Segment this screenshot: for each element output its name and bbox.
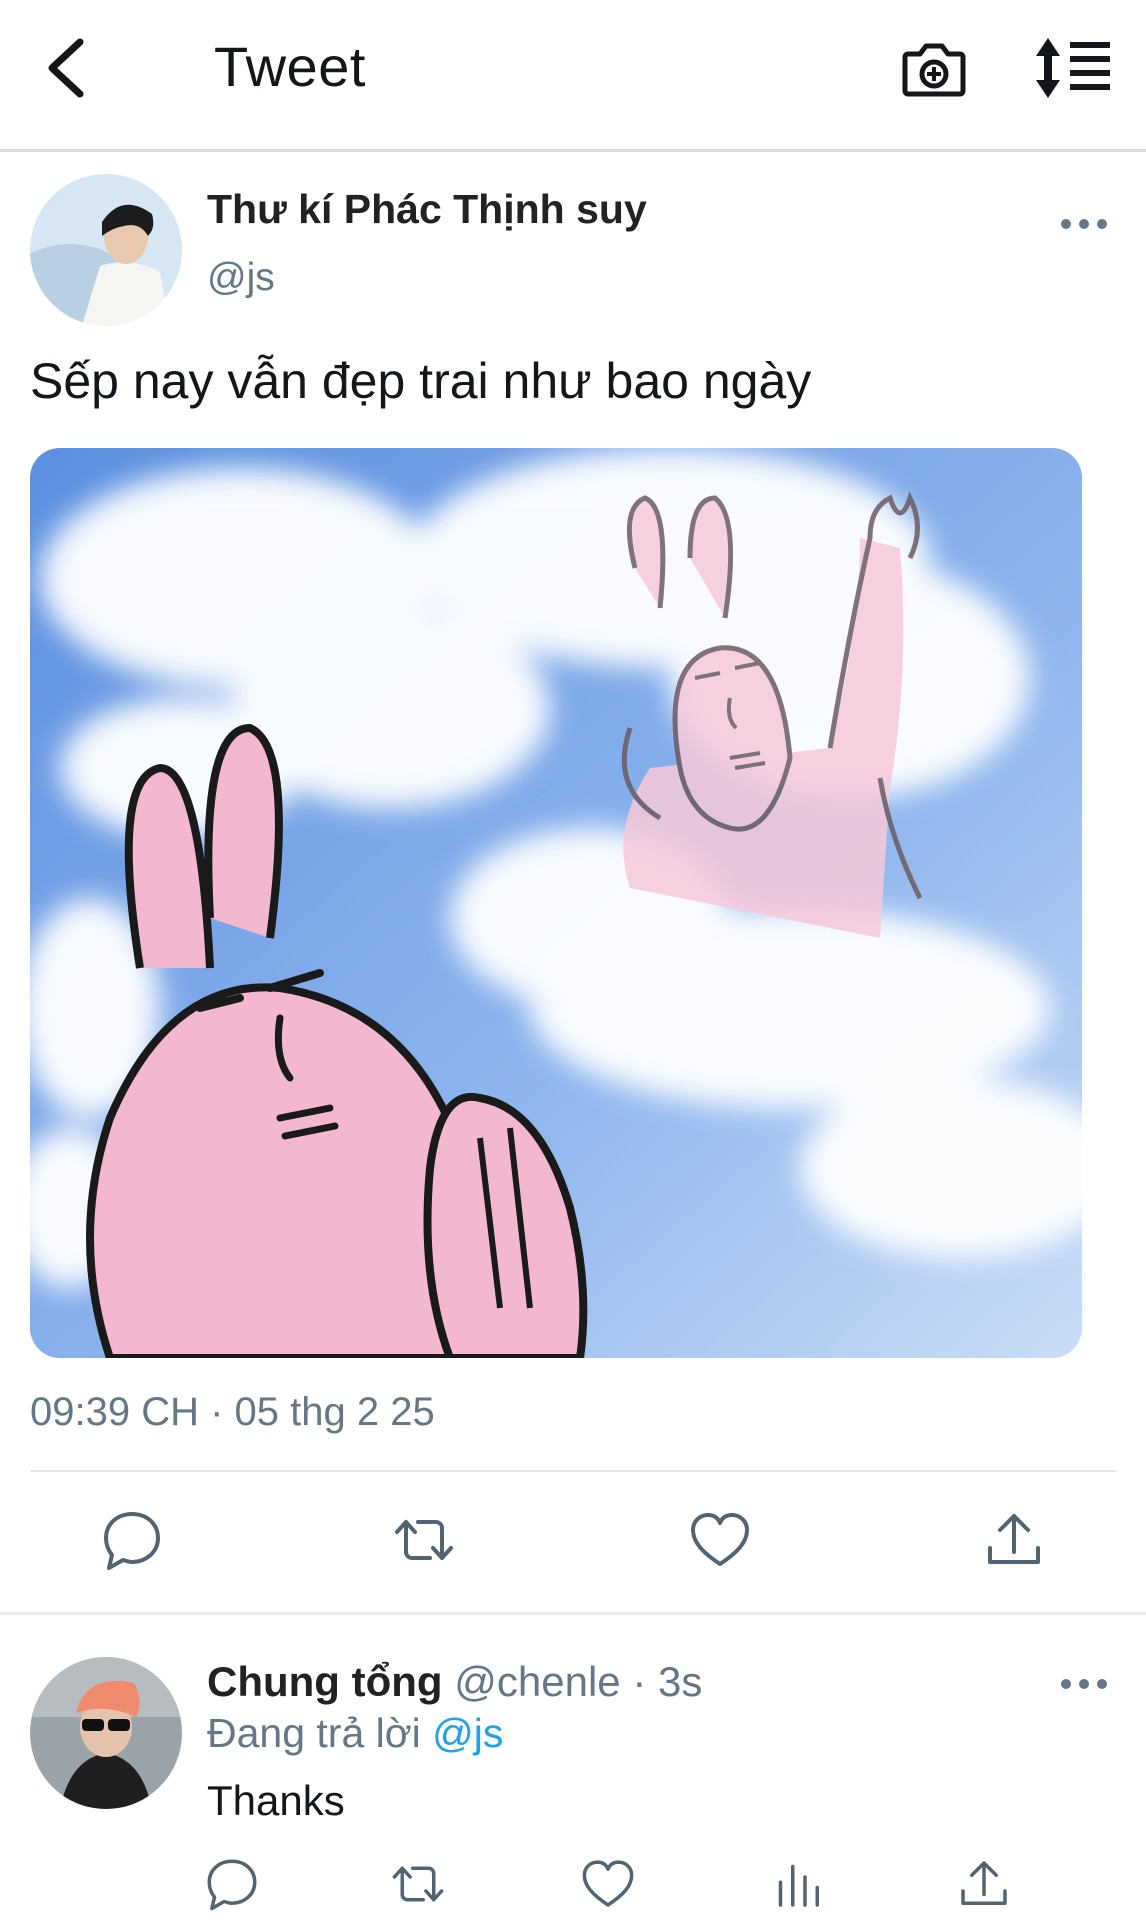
top-bar: Tweet bbox=[0, 0, 1146, 152]
share-icon bbox=[988, 1514, 1040, 1564]
reply-button[interactable] bbox=[100, 1508, 164, 1572]
heart-icon bbox=[582, 1860, 634, 1907]
divider bbox=[30, 1470, 1116, 1472]
replying-mention-link[interactable]: @js bbox=[432, 1710, 503, 1756]
share-button[interactable] bbox=[982, 1508, 1046, 1572]
back-button[interactable] bbox=[40, 34, 96, 102]
sort-button[interactable] bbox=[1034, 34, 1114, 102]
divider bbox=[0, 1612, 1146, 1615]
author-avatar[interactable] bbox=[30, 174, 182, 326]
reply-author-avatar[interactable] bbox=[30, 1657, 182, 1809]
tweet-text: Sếp nay vẫn đẹp trai như bao ngày bbox=[30, 353, 812, 409]
page-title: Tweet bbox=[214, 35, 366, 98]
tweet-image[interactable] bbox=[30, 448, 1082, 1358]
more-dots-icon bbox=[1061, 219, 1107, 229]
reply-like-button[interactable] bbox=[580, 1856, 636, 1912]
retweet-icon bbox=[395, 1520, 453, 1560]
reply-analytics-button[interactable] bbox=[770, 1856, 826, 1912]
more-dots-icon bbox=[1061, 1679, 1107, 1689]
reply-author-handle[interactable]: @chenle bbox=[454, 1658, 620, 1705]
tweet-timestamp: 09:39 CH · 05 thg 2 25 bbox=[30, 1390, 435, 1434]
heart-icon bbox=[691, 1513, 749, 1566]
reply-time-separator: · bbox=[620, 1658, 658, 1705]
retweet-icon bbox=[392, 1866, 444, 1902]
reply-more-button[interactable] bbox=[1054, 1664, 1114, 1704]
camera-button[interactable] bbox=[900, 34, 968, 102]
comment-icon bbox=[207, 1859, 257, 1911]
reply-text: Thanks bbox=[207, 1777, 345, 1824]
tweet-more-button[interactable] bbox=[1054, 204, 1114, 244]
reply-time: 3s bbox=[657, 1658, 703, 1705]
author-handle[interactable]: @js bbox=[207, 256, 275, 300]
sort-list-icon bbox=[1036, 38, 1110, 98]
reply-header: Chung tổng @chenle · 3s bbox=[207, 1658, 702, 1706]
share-icon bbox=[961, 1861, 1007, 1905]
reply-author-name[interactable]: Chung tổng bbox=[207, 1658, 443, 1705]
comment-icon bbox=[104, 1512, 160, 1570]
reply-share-button[interactable] bbox=[956, 1856, 1012, 1912]
chevron-left-icon bbox=[48, 38, 84, 98]
analytics-icon bbox=[778, 1864, 819, 1907]
retweet-button[interactable] bbox=[392, 1508, 456, 1572]
like-button[interactable] bbox=[688, 1508, 752, 1572]
reply-reply-button[interactable] bbox=[204, 1856, 260, 1912]
replying-prefix: Đang trả lời bbox=[207, 1710, 433, 1756]
replying-to: Đang trả lời @js bbox=[207, 1710, 503, 1757]
reply-retweet-button[interactable] bbox=[390, 1856, 446, 1912]
author-name[interactable]: Thư kí Phác Thịnh suy bbox=[207, 186, 647, 233]
camera-plus-icon bbox=[902, 43, 966, 97]
